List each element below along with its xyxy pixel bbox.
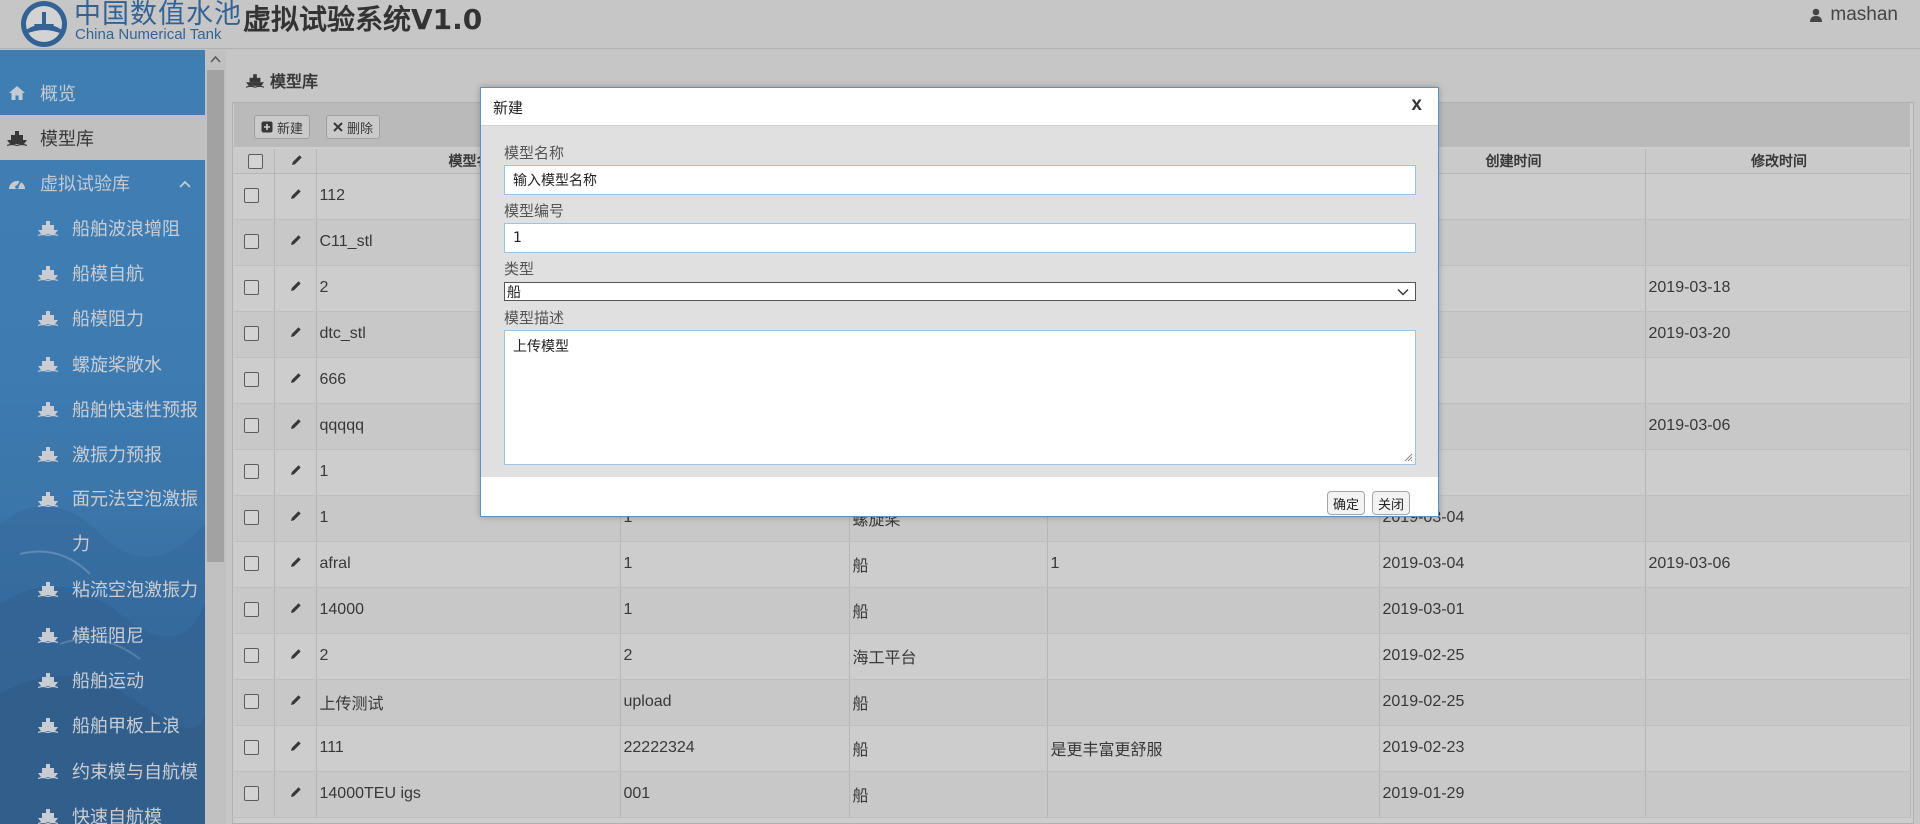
- model-type-select[interactable]: 船: [504, 282, 1416, 301]
- model-desc-value: 上传模型: [513, 339, 569, 355]
- model-desc-textarea[interactable]: 上传模型: [504, 330, 1416, 465]
- new-model-dialog: 新建 x 模型名称 输入模型名称 模型编号 1 类型 船 模型描述 上传模型 确…: [480, 87, 1439, 517]
- confirm-button[interactable]: 确定: [1327, 491, 1366, 515]
- model-code-input[interactable]: 1: [504, 223, 1416, 253]
- model-desc-label: 模型描述: [504, 309, 565, 327]
- close-button[interactable]: 关闭: [1372, 491, 1411, 515]
- dialog-footer: [481, 477, 1438, 516]
- model-type-value: 船: [507, 284, 521, 301]
- model-name-label: 模型名称: [504, 144, 565, 162]
- model-name-input[interactable]: 输入模型名称: [504, 165, 1416, 195]
- dialog-close-button[interactable]: x: [1411, 94, 1422, 116]
- model-type-label: 类型: [504, 260, 535, 278]
- dialog-header: 新建 x: [481, 88, 1438, 126]
- model-code-label: 模型编号: [504, 202, 565, 220]
- resize-grip-icon[interactable]: [1403, 452, 1413, 462]
- dialog-title: 新建: [493, 99, 524, 117]
- chevron-down-icon: [1397, 288, 1409, 295]
